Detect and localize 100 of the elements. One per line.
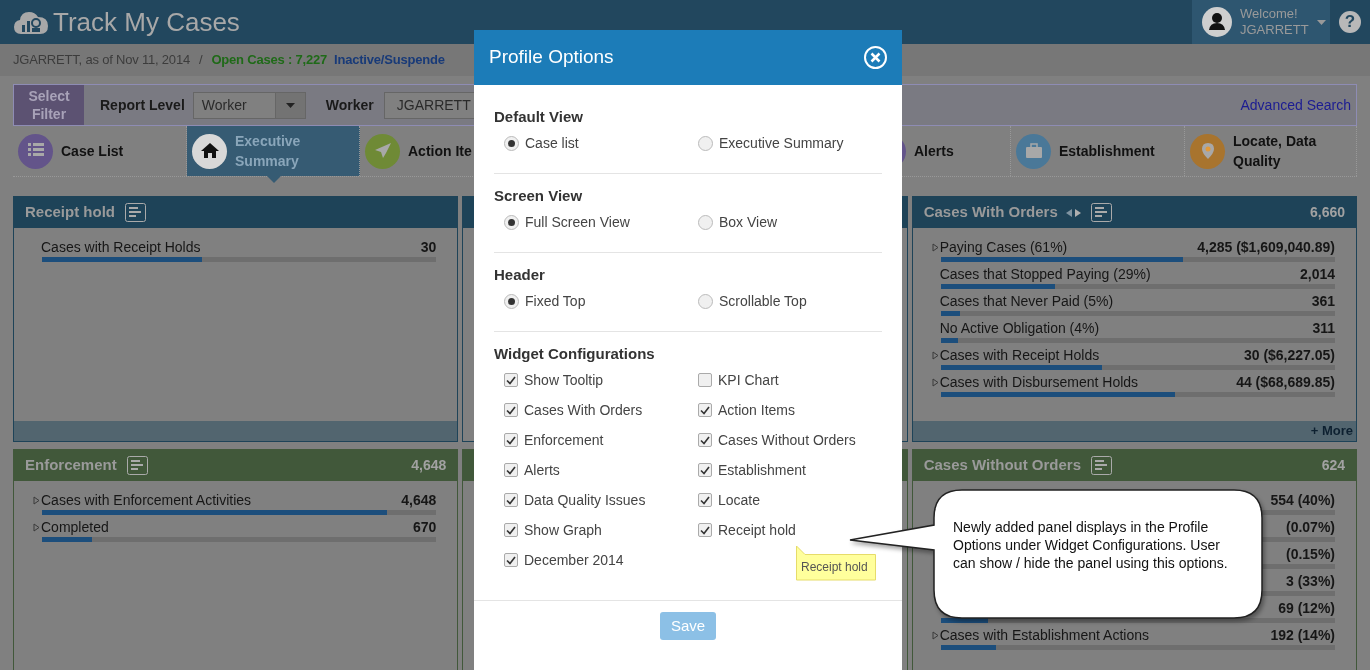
metric-label: Cases with Disbursement Holds [939,372,1139,392]
checkbox[interactable] [698,463,712,477]
app-title: Track My Cases [53,5,240,39]
option-label[interactable]: Locate [718,489,761,511]
metric-label: Cases with Establishment Actions [939,625,1149,645]
expand-icon[interactable] [33,522,41,532]
option-label[interactable]: Executive Summary [719,132,844,154]
section-heading: Header [494,265,546,284]
chart-toggle-icon[interactable] [1091,456,1113,475]
checkbox[interactable] [698,493,712,507]
nav-tab[interactable]: Locate, Data Quality [1185,126,1357,176]
expand-icon[interactable] [33,495,41,505]
metric-value: 4,285 ($1,609,040.89) [1197,237,1335,257]
option-label[interactable]: Scrollable Top [719,290,807,312]
panel-title: Cases Without Orders [923,455,1082,476]
expand-icon[interactable] [931,350,940,360]
metric-value: (0.15%) [1285,544,1335,564]
option-label[interactable]: Establishment [718,459,806,481]
metric-label: Cases that Never Paid (5%) [939,291,1114,311]
checkbox[interactable] [698,523,712,537]
panel-title: Enforcement [25,455,117,476]
metric-value: 30 [420,237,437,257]
option-label[interactable]: Cases Without Orders [718,429,856,451]
checkbox[interactable] [504,373,518,387]
nav-tab[interactable]: Case List [13,126,187,176]
checkbox[interactable] [504,523,518,537]
option-label[interactable]: Data Quality Issues [524,489,646,511]
expand-icon[interactable] [931,377,940,387]
previous-arrow-icon[interactable] [1065,208,1072,217]
checkbox[interactable] [504,433,518,447]
metric-value: 311 [1312,318,1335,338]
metric-value: 44 ($68,689.85) [1236,372,1335,392]
metric-value: 670 [412,517,437,537]
report-date: JGARRETT, as of Nov 11, 2014 [13,51,190,70]
tooltip-text: Receipt hold [801,559,868,575]
panel-title: Receipt hold [25,202,115,223]
option-label[interactable]: Fixed Top [525,290,586,312]
radio-button[interactable] [698,293,713,309]
report-level-dropdown[interactable]: Worker [192,91,306,119]
checkbox[interactable] [504,553,518,567]
panel-count: 6,660 [1309,203,1345,222]
avatar-icon [1202,7,1232,37]
checkbox[interactable] [504,403,518,417]
chart-toggle-icon[interactable] [1090,203,1112,222]
option-label[interactable]: Full Screen View [525,211,630,233]
option-label[interactable]: KPI Chart [718,369,779,391]
close-icon[interactable] [864,46,887,69]
tab-pointer [267,176,281,183]
section-heading: Default View [494,107,584,126]
option-label[interactable]: Action Items [718,399,796,421]
option-label[interactable]: Receipt hold [718,519,796,541]
radio-button[interactable] [698,135,713,151]
panel-count: 4,648 [411,456,447,475]
metric-label: Cases with Receipt Holds [939,345,1100,365]
worker-label: Worker [325,95,374,115]
caret-icon [285,102,295,108]
metric-label: Cases with Receipt Holds [41,237,201,257]
separator: / [198,51,203,70]
option-label[interactable]: Show Tooltip [524,369,604,391]
checkbox[interactable] [698,403,712,417]
metric-value: (0.07%) [1285,517,1335,537]
checkbox[interactable] [698,433,712,447]
checkbox[interactable] [504,463,518,477]
chart-toggle-icon[interactable] [126,456,148,475]
metric-value: 192 (14%) [1270,625,1335,645]
expand-icon[interactable] [931,630,940,640]
dialog-title: Profile Options [489,45,614,70]
chart-toggle-icon[interactable] [125,203,146,222]
radio-button[interactable] [698,214,713,230]
metric-value: 4,648 [401,490,437,510]
user-name: JGARRETT [1240,22,1309,38]
checkbox[interactable] [504,493,518,507]
welcome-text: Welcome! [1240,6,1299,22]
section-heading: Screen View [494,186,584,205]
metric-label: Cases with Enforcement Activities [41,490,252,510]
option-label[interactable]: Enforcement [524,429,604,451]
nav-tab[interactable]: Establishment [1011,126,1185,176]
option-label[interactable]: December 2014 [524,549,624,571]
radio-button[interactable] [504,135,519,151]
option-label[interactable]: Alerts [524,459,560,481]
metric-value: 2,014 [1299,264,1335,284]
help-button[interactable]: ? [1339,11,1361,33]
caret-icon [1316,19,1326,25]
radio-button[interactable] [504,214,519,230]
option-label[interactable]: Box View [719,211,778,233]
metric-value: 554 (40%) [1270,490,1335,510]
section-heading: Widget Configurations [494,344,656,363]
radio-button[interactable] [504,293,519,309]
next-arrow-icon[interactable] [1074,208,1081,217]
checkbox[interactable] [698,373,712,387]
metric-value: 69 (12%) [1278,598,1335,618]
option-label[interactable]: Cases With Orders [524,399,643,421]
report-level-label: Report Level [100,95,185,115]
metric-value: 361 [1311,291,1335,311]
metric-label: Completed [41,517,109,537]
panel-count: 624 [1321,456,1345,475]
panel-title: Cases With Orders [923,202,1058,223]
option-label[interactable]: Show Graph [524,519,602,541]
callout-text: Newly added panel displays in the Profile Options under Widget Configurations. User can show / hide the panel using this options. [953,518,1229,572]
expand-icon[interactable] [931,242,940,252]
